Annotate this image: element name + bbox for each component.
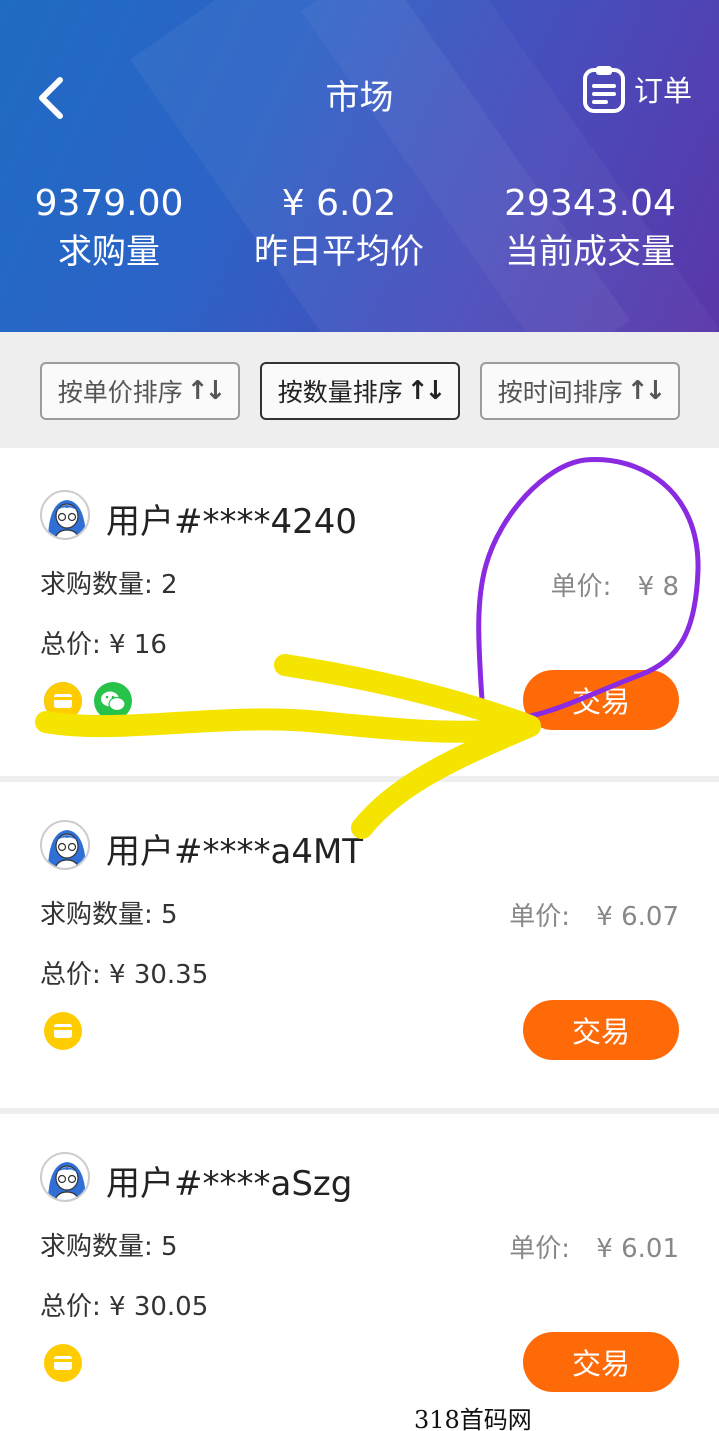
quantity-label: 求购数量:	[40, 1232, 153, 1262]
wechat-icon	[94, 682, 132, 720]
header: 市场 订单 9379.00 求购量 ¥ 6.02 昨日平均价 29343.04 …	[0, 0, 719, 332]
user-name: 用户#****4240	[106, 502, 358, 542]
stat-label: 求购量	[58, 232, 160, 272]
total-value: ¥ 30.05	[109, 1292, 209, 1322]
unit-price: 单价: ¥ 6.07	[509, 896, 679, 933]
bank-card-icon	[54, 1356, 72, 1370]
watermark: 318首码网 www.E318.com	[414, 1400, 719, 1431]
card-icon	[44, 682, 82, 720]
bank-card-icon	[54, 1024, 72, 1038]
sort-arrows-icon: ↑↓	[626, 376, 667, 406]
total-label: 总价:	[40, 960, 101, 990]
sort-label: 按单价排序	[57, 378, 183, 407]
price-value: ¥ 6.07	[596, 902, 679, 932]
stat-avg-price: ¥ 6.02 昨日平均价	[219, 180, 459, 276]
quantity: 求购数量: 5	[40, 1226, 178, 1263]
wechat-bubbles-icon	[101, 691, 126, 712]
sort-by-quantity-button[interactable]: 按数量排序 ↑↓	[260, 362, 460, 420]
stat-volume: 29343.04 当前成交量	[470, 180, 710, 276]
trade-button[interactable]: 交易	[523, 1000, 679, 1060]
order-button[interactable]: 订单	[582, 62, 692, 116]
total-price: 总价: ¥ 16	[40, 624, 167, 661]
quantity-value: 2	[161, 570, 178, 600]
sort-label: 按时间排序	[497, 378, 623, 407]
trade-button[interactable]: 交易	[523, 670, 679, 730]
total-label: 总价:	[40, 630, 101, 660]
card-icon	[44, 1344, 82, 1382]
total-label: 总价:	[40, 1292, 101, 1322]
avatar	[40, 1152, 90, 1202]
card-icon	[44, 1012, 82, 1050]
price-value: ¥ 6.01	[596, 1234, 679, 1264]
price-label: 单价:	[550, 572, 612, 602]
bank-card-icon	[54, 694, 72, 708]
quantity: 求购数量: 2	[40, 564, 178, 601]
total-value: ¥ 16	[109, 630, 167, 660]
user-avatar-icon	[48, 1162, 86, 1200]
clipboard-icon	[583, 66, 625, 113]
avatar	[40, 490, 90, 540]
stat-value: 29343.04	[504, 183, 676, 224]
payment-methods: 支	[44, 682, 132, 720]
quantity: 求购数量: 5	[40, 894, 178, 931]
sort-bar: 按单价排序 ↑↓ 按数量排序 ↑↓ 按时间排序 ↑↓	[0, 332, 719, 448]
price-label: 单价:	[509, 902, 571, 932]
avatar	[40, 820, 90, 870]
unit-price: 单价: ¥ 8	[551, 566, 679, 603]
total-value: ¥ 30.35	[109, 960, 209, 990]
trade-button[interactable]: 交易	[523, 1332, 679, 1392]
stat-value: ¥ 6.02	[281, 183, 397, 224]
price-label: 单价:	[509, 1234, 571, 1264]
stat-value: 9379.00	[34, 183, 184, 224]
unit-price: 单价: ¥ 6.01	[509, 1228, 679, 1265]
sort-arrows-icon: ↑↓	[186, 376, 227, 406]
user-name: 用户#****aSzg	[106, 1164, 353, 1204]
total-price: 总价: ¥ 30.35	[40, 954, 208, 991]
total-price: 总价: ¥ 30.05	[40, 1286, 208, 1323]
stat-label: 昨日平均价	[254, 232, 424, 272]
quantity-value: 5	[161, 900, 178, 930]
sort-arrows-icon: ↑↓	[406, 376, 447, 406]
sort-by-price-button[interactable]: 按单价排序 ↑↓	[40, 362, 240, 420]
user-avatar-icon	[48, 500, 86, 538]
sort-label: 按数量排序	[277, 378, 403, 407]
sort-by-time-button[interactable]: 按时间排序 ↑↓	[480, 362, 680, 420]
order-label: 订单	[634, 74, 693, 108]
listing-card: 用户#****aSzg 求购数量: 5 单价: ¥ 6.01 总价: ¥ 30.…	[0, 1114, 719, 1431]
quantity-label: 求购数量:	[40, 900, 153, 930]
quantity-label: 求购数量:	[40, 570, 153, 600]
user-name: 用户#****a4MT	[106, 832, 364, 872]
stat-label: 当前成交量	[505, 232, 675, 272]
listing-card: 用户#****4240 求购数量: 2 单价: ¥ 8 总价: ¥ 16 支 交…	[0, 452, 719, 776]
stat-demand: 9379.00 求购量	[0, 180, 229, 276]
user-avatar-icon	[48, 830, 86, 868]
price-value: ¥ 8	[637, 572, 679, 602]
listing-card: 用户#****a4MT 求购数量: 5 单价: ¥ 6.07 总价: ¥ 30.…	[0, 782, 719, 1106]
quantity-value: 5	[161, 1232, 178, 1262]
